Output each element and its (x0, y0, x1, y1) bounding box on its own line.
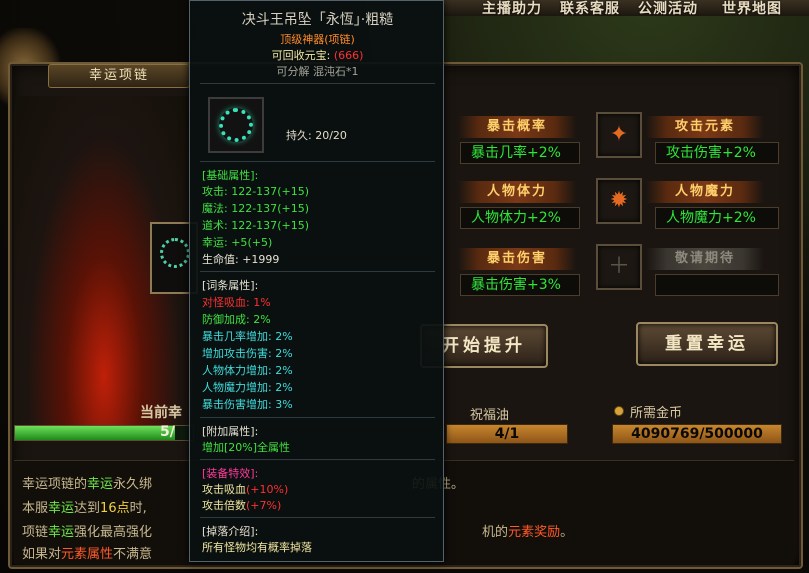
menu-contact-support[interactable]: 联系客服 (560, 0, 620, 18)
item-tooltip: 决斗王吊坠「永恆」·粗糙 顶级神器(项链) 可回收元宝: (666) 可分解 混… (189, 0, 444, 562)
divider (200, 517, 435, 518)
affix-line: 人物体力增加: 2% (202, 364, 293, 377)
extra-attr-header: [附加属性]: (202, 425, 259, 438)
drop-info-header: [掉落介绍]: (202, 525, 259, 538)
affix-line: 暴击伤害增加: 3% (202, 398, 293, 411)
stat-magic: 魔法: 122-137(+15) (202, 202, 309, 215)
luck-progress-text: 5/ (160, 424, 175, 440)
attr-tag-coming-soon: 敬请期待 (646, 248, 764, 270)
menu-beta-events[interactable]: 公测活动 (638, 0, 698, 18)
divider (200, 271, 435, 272)
affix-line: 防御加成: 2% (202, 313, 271, 326)
stat-attack: 攻击: 122-137(+15) (202, 185, 309, 198)
special-multiplier: 攻击倍数(+7%) (202, 499, 282, 512)
stat-taoism: 道术: 122-137(+15) (202, 219, 309, 232)
decompose-line: 可分解 混沌石*1 (276, 65, 359, 78)
affix-line: 增加攻击伤害: 2% (202, 347, 293, 360)
special-effects-header: [装备特效]: (202, 467, 259, 480)
divider (200, 459, 435, 460)
locked-slot-icon: ＋ (607, 254, 630, 279)
special-lifesteal: 攻击吸血(+10%) (202, 483, 289, 496)
recycle-line: 可回收元宝: (666) (190, 47, 445, 63)
item-grade: 顶级神器(项链) (280, 33, 355, 46)
description-line-2: 本服幸运达到16点时, (22, 501, 147, 516)
oil-value-field: 4/1 (446, 424, 568, 444)
attr-value-stamina: 人物体力+2% (460, 207, 580, 229)
locked-slot: ＋ (596, 244, 642, 290)
item-name: 决斗王吊坠「永恆」·粗糙 (241, 12, 394, 28)
menu-streamer-support[interactable]: 主播助力 (482, 0, 542, 18)
durability: 持久: 20/20 (286, 129, 347, 142)
attr-value-crit-damage: 暴击伤害+3% (460, 274, 580, 296)
attack-element-slot[interactable]: ✦ (596, 112, 642, 158)
recycle-value: (666) (333, 49, 364, 62)
drop-info-line: 所有怪物均有概率掉落 (202, 541, 312, 554)
description-line-4: 如果对元素属性不满意 (22, 547, 153, 562)
affix-line: 对怪吸血: 1% (202, 296, 271, 309)
attr-value-crit-chance: 暴击几率+2% (460, 142, 580, 164)
divider (200, 417, 435, 418)
reset-luck-button[interactable]: 重置幸运 (636, 322, 778, 366)
necklace-gem-icon (219, 108, 253, 142)
necklace-icon (160, 238, 190, 268)
attr-tag-crit-damage: 暴击伤害 (458, 248, 576, 270)
attr-value-mana: 人物魔力+2% (655, 207, 779, 229)
panel-title: 幸运项链 (48, 64, 190, 88)
affix-header: [词条属性]: (202, 279, 259, 292)
divider (200, 161, 435, 162)
recycle-label: 可回收元宝: (271, 49, 331, 62)
top-menu-bar: 主播助力 联系客服 公测活动 世界地图 (440, 0, 809, 18)
attr-tag-stamina: 人物体力 (458, 181, 576, 203)
affix-line: 暴击几率增加: 2% (202, 330, 293, 343)
luck-progress-fill (15, 426, 176, 440)
mana-slot[interactable]: ✹ (596, 178, 642, 224)
attr-tag-attack-element: 攻击元素 (646, 116, 764, 138)
menu-world-map[interactable]: 世界地图 (722, 0, 782, 18)
item-icon-box (208, 97, 264, 153)
attr-tag-mana: 人物魔力 (646, 181, 764, 203)
base-stats-header: [基础属性]: (202, 169, 259, 182)
gold-coin-icon (614, 406, 624, 416)
gold-value-field: 4090769/500000 (612, 424, 782, 444)
stat-luck: 幸运: +5(+5) (202, 236, 273, 249)
attr-tag-crit-chance: 暴击概率 (458, 116, 576, 138)
stat-hp: 生命值: +1999 (202, 253, 280, 266)
attack-element-icon: ✦ (609, 122, 629, 147)
affix-line: 人物魔力增加: 2% (202, 381, 293, 394)
attr-value-attack-element: 攻击伤害+2% (655, 142, 779, 164)
extra-attr-line: 增加[20%]全属性 (202, 441, 291, 454)
attr-value-coming-soon (655, 274, 779, 296)
oil-label: 祝福油 (470, 408, 510, 423)
luck-level-label: 当前幸 (140, 405, 182, 421)
mana-icon: ✹ (609, 188, 629, 213)
gold-label: 所需金币 (630, 406, 683, 421)
divider (200, 83, 435, 84)
